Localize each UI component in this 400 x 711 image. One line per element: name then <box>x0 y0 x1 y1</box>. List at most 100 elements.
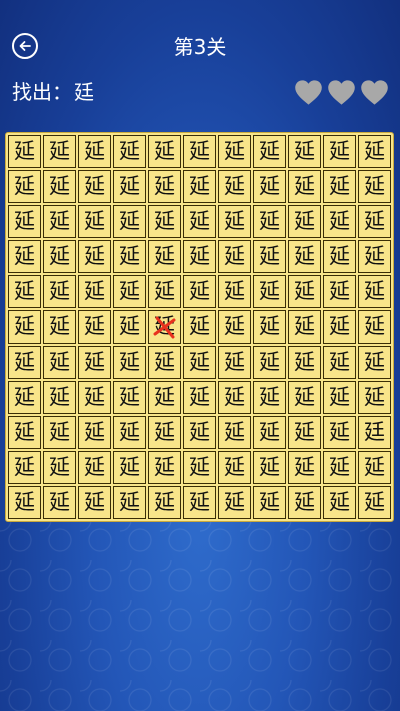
grid-cell[interactable]: 延 <box>148 205 181 239</box>
grid-cell[interactable]: 延 <box>78 415 111 449</box>
grid-cell[interactable]: 延 <box>183 380 216 414</box>
grid-cell[interactable]: 延 <box>358 170 391 204</box>
grid-cell[interactable]: 延 <box>218 170 251 204</box>
grid-cell[interactable]: 延 <box>288 275 321 309</box>
grid-cell[interactable]: 延 <box>358 380 391 414</box>
grid-cell[interactable]: 延 <box>43 240 76 274</box>
grid-cell[interactable]: 延 <box>78 275 111 309</box>
grid-cell[interactable]: 延 <box>78 310 111 344</box>
grid-cell[interactable]: 延 <box>113 310 146 344</box>
grid-cell[interactable]: 廷 <box>358 415 391 449</box>
grid-cell[interactable]: 延 <box>253 310 286 344</box>
grid-cell[interactable]: 延 <box>8 240 41 274</box>
grid-cell[interactable]: 延 <box>113 450 146 484</box>
grid-cell[interactable]: 延 <box>288 345 321 379</box>
grid-cell[interactable]: 延 <box>183 345 216 379</box>
grid-cell[interactable]: 延 <box>323 415 356 449</box>
grid-cell[interactable]: 延 <box>323 170 356 204</box>
grid-cell[interactable]: 延 <box>78 485 111 519</box>
grid-cell[interactable]: 延 <box>43 450 76 484</box>
grid-cell[interactable]: 延 <box>358 310 391 344</box>
grid-cell[interactable]: 延 <box>253 345 286 379</box>
grid-cell[interactable]: 延 <box>8 380 41 414</box>
grid-cell[interactable]: 延 <box>183 205 216 239</box>
grid-cell[interactable]: 延 <box>183 450 216 484</box>
grid-cell[interactable]: 延 <box>253 170 286 204</box>
grid-cell[interactable]: 延 <box>218 135 251 169</box>
grid-cell[interactable]: 延 <box>8 170 41 204</box>
grid-cell[interactable]: 延 <box>8 205 41 239</box>
grid-cell[interactable]: 延 <box>218 485 251 519</box>
grid-cell[interactable]: 延 <box>148 170 181 204</box>
grid-cell[interactable]: 延 <box>43 135 76 169</box>
grid-cell[interactable]: 延 <box>288 170 321 204</box>
grid-cell[interactable]: 延 <box>253 450 286 484</box>
grid-cell[interactable]: 延 <box>218 415 251 449</box>
grid-cell[interactable]: 延 <box>358 485 391 519</box>
grid-cell[interactable]: 延 <box>323 310 356 344</box>
grid-cell[interactable]: 延 <box>288 415 321 449</box>
grid-cell[interactable]: 延 <box>43 170 76 204</box>
grid-cell[interactable]: 延 <box>8 345 41 379</box>
grid-cell[interactable]: 延 <box>358 450 391 484</box>
grid-cell[interactable]: 延 <box>43 310 76 344</box>
grid-cell[interactable]: 延 <box>323 450 356 484</box>
grid-cell[interactable]: 延 <box>358 240 391 274</box>
grid-cell[interactable]: 延 <box>358 345 391 379</box>
grid-cell[interactable]: 延 <box>183 310 216 344</box>
grid-cell[interactable]: 延 <box>183 170 216 204</box>
grid-cell[interactable]: 延 <box>218 240 251 274</box>
grid-cell[interactable]: 延 <box>113 205 146 239</box>
grid-cell[interactable]: 延 <box>148 240 181 274</box>
grid-cell[interactable]: 延 <box>148 310 181 344</box>
grid-cell[interactable]: 延 <box>113 345 146 379</box>
grid-cell[interactable]: 延 <box>78 240 111 274</box>
grid-cell[interactable]: 延 <box>288 310 321 344</box>
grid-cell[interactable]: 延 <box>253 485 286 519</box>
grid-cell[interactable]: 延 <box>253 205 286 239</box>
grid-cell[interactable]: 延 <box>218 450 251 484</box>
grid-cell[interactable]: 延 <box>148 415 181 449</box>
grid-cell[interactable]: 延 <box>113 170 146 204</box>
grid-cell[interactable]: 延 <box>43 275 76 309</box>
grid-cell[interactable]: 延 <box>8 135 41 169</box>
grid-cell[interactable]: 延 <box>323 205 356 239</box>
grid-cell[interactable]: 延 <box>43 380 76 414</box>
grid-cell[interactable]: 延 <box>78 380 111 414</box>
grid-cell[interactable]: 延 <box>148 135 181 169</box>
grid-cell[interactable]: 延 <box>78 205 111 239</box>
grid-cell[interactable]: 延 <box>358 275 391 309</box>
grid-cell[interactable]: 延 <box>253 415 286 449</box>
grid-cell[interactable]: 延 <box>323 485 356 519</box>
grid-cell[interactable]: 延 <box>78 345 111 379</box>
grid-cell[interactable]: 延 <box>113 240 146 274</box>
grid-cell[interactable]: 延 <box>253 240 286 274</box>
grid-cell[interactable]: 延 <box>253 135 286 169</box>
grid-cell[interactable]: 延 <box>183 240 216 274</box>
grid-cell[interactable]: 延 <box>183 415 216 449</box>
grid-cell[interactable]: 延 <box>78 170 111 204</box>
grid-cell[interactable]: 延 <box>288 485 321 519</box>
grid-cell[interactable]: 延 <box>78 135 111 169</box>
grid-cell[interactable]: 延 <box>218 205 251 239</box>
grid-cell[interactable]: 延 <box>113 415 146 449</box>
grid-cell[interactable]: 延 <box>218 275 251 309</box>
grid-cell[interactable]: 延 <box>148 275 181 309</box>
grid-cell[interactable]: 延 <box>323 135 356 169</box>
grid-cell[interactable]: 延 <box>288 380 321 414</box>
grid-cell[interactable]: 延 <box>43 205 76 239</box>
grid-cell[interactable]: 延 <box>113 380 146 414</box>
grid-cell[interactable]: 延 <box>323 240 356 274</box>
grid-cell[interactable]: 延 <box>218 345 251 379</box>
grid-cell[interactable]: 延 <box>8 310 41 344</box>
grid-cell[interactable]: 延 <box>113 485 146 519</box>
grid-cell[interactable]: 延 <box>323 380 356 414</box>
grid-cell[interactable]: 延 <box>113 275 146 309</box>
grid-cell[interactable]: 延 <box>8 450 41 484</box>
grid-cell[interactable]: 延 <box>8 415 41 449</box>
grid-cell[interactable]: 延 <box>8 485 41 519</box>
grid-cell[interactable]: 延 <box>218 310 251 344</box>
grid-cell[interactable]: 延 <box>288 205 321 239</box>
grid-cell[interactable]: 延 <box>43 485 76 519</box>
grid-cell[interactable]: 延 <box>288 450 321 484</box>
